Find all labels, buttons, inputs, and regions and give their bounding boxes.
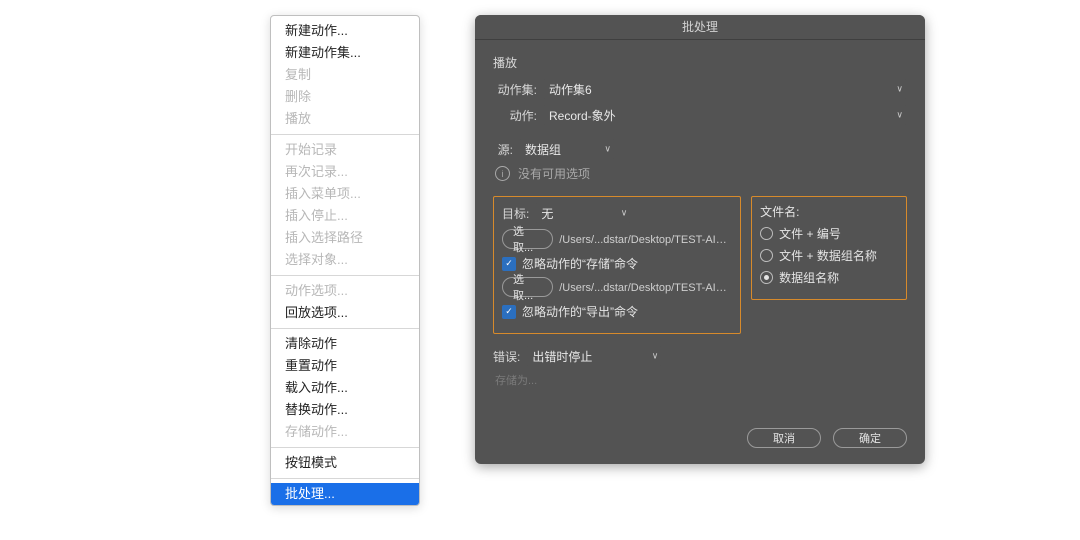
menu-item[interactable]: 批处理... <box>271 483 419 505</box>
menu-separator <box>271 328 419 329</box>
action-label: 动作: <box>493 107 537 124</box>
action-dropdown[interactable]: Record-象外 ∨ <box>543 105 907 125</box>
source-value: 数据组 <box>525 141 561 158</box>
override-export-checkbox[interactable]: ✓ <box>502 305 516 319</box>
action-set-dropdown[interactable]: 动作集6 ∨ <box>543 79 907 99</box>
export-path-text: /Users/...dstar/Desktop/TEST-AI-象外 <box>559 279 730 295</box>
menu-item: 复制 <box>271 64 419 86</box>
source-dropdown[interactable]: 数据组 ∨ <box>519 139 615 159</box>
chevron-down-icon: ∨ <box>604 144 611 155</box>
override-export-label: 忽略动作的“导出”命令 <box>522 303 638 320</box>
destination-value: 无 <box>541 205 553 222</box>
menu-item[interactable]: 清除动作 <box>271 333 419 355</box>
override-save-checkbox[interactable]: ✓ <box>502 257 516 271</box>
action-value: Record-象外 <box>549 107 616 124</box>
cancel-button[interactable]: 取消 <box>747 428 821 448</box>
menu-item: 开始记录 <box>271 139 419 161</box>
menu-item: 动作选项... <box>271 280 419 302</box>
choose-save-folder-button[interactable]: 选取... <box>502 229 553 249</box>
menu-item[interactable]: 载入动作... <box>271 377 419 399</box>
save-as-placeholder: 存储为... <box>495 372 907 388</box>
save-path-text: /Users/...dstar/Desktop/TEST-AI-象外 <box>559 231 730 247</box>
ok-button[interactable]: 确定 <box>833 428 907 448</box>
menu-separator <box>271 275 419 276</box>
batch-dialog: 批处理 播放 动作集: 动作集6 ∨ 动作: Record-象外 ∨ 源: <box>475 15 925 464</box>
chevron-down-icon: ∨ <box>896 110 903 121</box>
error-value: 出错时停止 <box>532 348 592 365</box>
radio-file-dataset-label: 文件 + 数据组名称 <box>779 247 877 264</box>
menu-item[interactable]: 新建动作集... <box>271 42 419 64</box>
chevron-down-icon: ∨ <box>621 208 628 219</box>
menu-item[interactable]: 新建动作... <box>271 20 419 42</box>
menu-item: 选择对象... <box>271 249 419 271</box>
menu-item: 播放 <box>271 108 419 130</box>
chevron-down-icon: ∨ <box>652 351 659 362</box>
menu-item[interactable]: 替换动作... <box>271 399 419 421</box>
menu-item: 再次记录... <box>271 161 419 183</box>
play-section-label: 播放 <box>493 54 907 71</box>
menu-item: 插入菜单项... <box>271 183 419 205</box>
menu-separator <box>271 447 419 448</box>
menu-item[interactable]: 重置动作 <box>271 355 419 377</box>
info-icon: i <box>495 166 510 181</box>
chevron-down-icon: ∨ <box>896 84 903 95</box>
menu-separator <box>271 478 419 479</box>
action-set-label: 动作集: <box>493 81 537 98</box>
menu-item: 存储动作... <box>271 421 419 443</box>
radio-dataset-name-label: 数据组名称 <box>779 269 839 286</box>
radio-file-number-label: 文件 + 编号 <box>779 225 841 242</box>
info-text: 没有可用选项 <box>518 165 590 182</box>
override-save-label: 忽略动作的“存储”命令 <box>522 255 638 272</box>
choose-export-folder-button[interactable]: 选取... <box>502 277 553 297</box>
destination-panel: 目标: 无 ∨ 选取... /Users/...dstar/Desktop/TE… <box>493 196 741 334</box>
menu-item: 插入停止... <box>271 205 419 227</box>
error-dropdown[interactable]: 出错时停止 ∨ <box>526 346 662 366</box>
menu-item[interactable]: 按钮模式 <box>271 452 419 474</box>
radio-file-dataset[interactable] <box>760 249 773 262</box>
filename-panel: 文件名: 文件 + 编号 文件 + 数据组名称 数据组名称 <box>751 196 907 300</box>
radio-dataset-name[interactable] <box>760 271 773 284</box>
filename-label: 文件名: <box>760 203 896 220</box>
action-set-value: 动作集6 <box>549 81 592 98</box>
dialog-title: 批处理 <box>475 15 925 40</box>
menu-separator <box>271 134 419 135</box>
source-label: 源: <box>493 141 513 158</box>
menu-item: 删除 <box>271 86 419 108</box>
actions-context-menu: 新建动作...新建动作集...复制删除播放开始记录再次记录...插入菜单项...… <box>270 15 420 506</box>
radio-file-number[interactable] <box>760 227 773 240</box>
error-label: 错误: <box>493 348 520 365</box>
destination-label: 目标: <box>502 205 529 222</box>
menu-item[interactable]: 回放选项... <box>271 302 419 324</box>
destination-dropdown[interactable]: 无 ∨ <box>535 203 631 223</box>
menu-item: 插入选择路径 <box>271 227 419 249</box>
